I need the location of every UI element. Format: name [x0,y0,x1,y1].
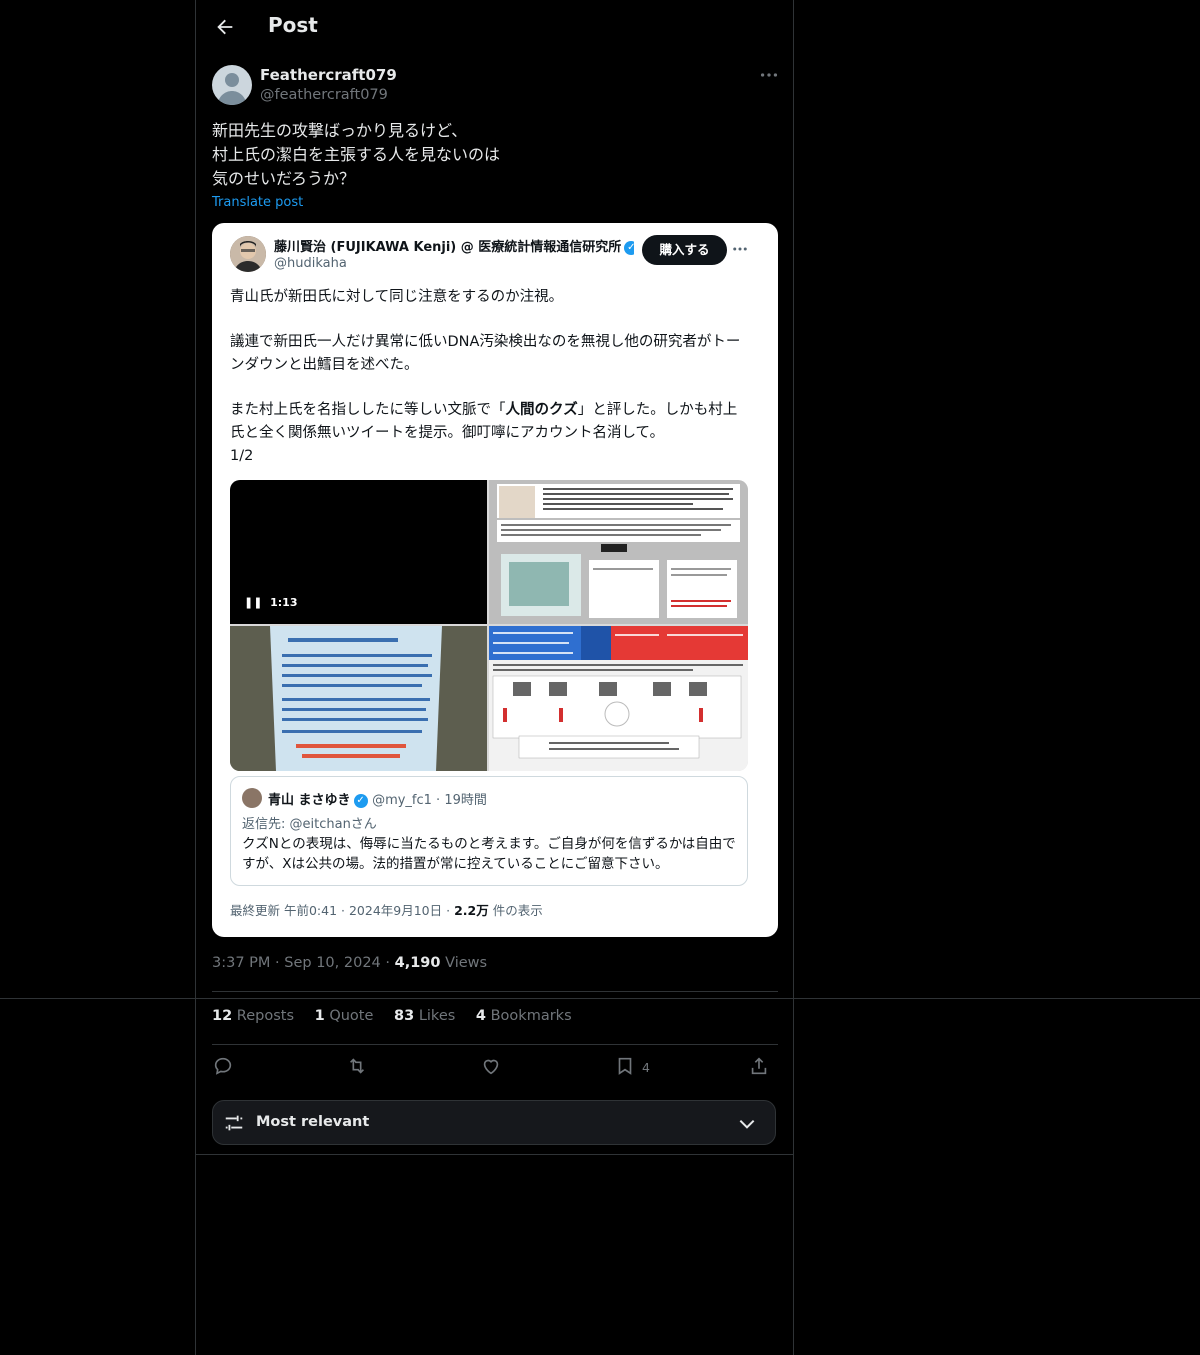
author-name[interactable]: Feathercraft079 [260,66,397,84]
embedded-image-card[interactable]: 藤川賢治 (FUJIKAWA Kenji) @ 医療統計情報通信研究所 ✓ @hu… [212,223,778,937]
views-label: Views [445,955,488,971]
avatar[interactable] [212,65,252,105]
chevron-down-icon [739,1119,755,1129]
page-title: Post [268,13,318,37]
like-icon [483,1059,499,1075]
pause-icon: ❚❚ [244,596,263,609]
more-icon[interactable] [758,64,780,86]
embed-paragraph-1: 青山氏が新田氏に対して同じ注意をするのか注視。 [230,289,564,305]
embed-paragraph-2: 議連で新田氏一人だけ異常に低いDNA汚染検出なのを無視し他の研究者がトーンダウン… [230,334,741,373]
repost-icon [349,1058,365,1074]
embed-page-indicator: 1/2 [230,448,254,464]
embed-footer: 最終更新 午前0:41 · 2024年9月10日 · 2.2万 件の表示 [230,903,543,918]
embed-author-handle: @hudikaha [274,256,347,271]
embed-media-grid: ❚❚ 1:13 [230,480,748,771]
sort-sliders-icon [225,1115,243,1131]
post-time[interactable]: 3:37 PM [212,955,270,971]
bookmarks-stat[interactable]: 4 Bookmarks [476,1008,572,1024]
divider [212,1044,778,1045]
quote-reply-to: 返信先: @eitchanさん [242,817,377,832]
share-button[interactable] [748,1055,770,1081]
sort-label: Most relevant [256,1114,370,1130]
quote-author: 青山 まさゆき ✓ @my_fc1 · 19時間 [268,793,487,808]
translate-post-link[interactable]: Translate post [212,195,303,210]
post-header: Post [196,0,795,56]
post-date[interactable]: Sep 10, 2024 [284,955,381,971]
bookmark-icon [618,1057,632,1075]
quote-body: クズNとの表現は、侮辱に当たるものと考えます。ご自身が何を信ずるかは自由ですが、… [242,836,736,872]
embed-image-table [489,626,748,771]
author-handle[interactable]: @feathercraft079 [260,87,388,103]
embed-quoted-post: 青山 まさゆき ✓ @my_fc1 · 19時間 返信先: @eitchanさん … [230,776,748,886]
section-separator [0,998,1200,999]
embed-author-name: 藤川賢治 (FUJIKAWA Kenji) @ 医療統計情報通信研究所 ✓ [274,236,634,255]
like-button[interactable] [480,1055,502,1081]
quote-stat[interactable]: 1 Quote [315,1008,374,1024]
embed-image-slides [489,480,748,624]
main-column: Post Feathercraft079 @feathercraft079 新田… [195,0,794,1355]
engagement-stats: 12 Reposts 1 Quote 83 Likes 4 Bookmarks [212,1008,588,1024]
post-text: 新田先生の攻撃ばっかり見るけど、 村上氏の潔白を主張する人を見ないのは 気のせい… [212,121,501,188]
likes-stat[interactable]: 83 Likes [394,1008,455,1024]
bookmark-count: 4 [642,1060,650,1075]
reply-button[interactable] [212,1055,234,1081]
divider [212,991,778,992]
repost-button[interactable] [346,1055,368,1081]
sort-replies-dropdown[interactable]: Most relevant [212,1100,776,1145]
action-bar: 4 [212,1055,778,1083]
section-separator [195,1154,794,1155]
post-meta: 3:37 PM · Sep 10, 2024 · 4,190 Views [212,955,488,971]
reply-icon [214,1057,232,1075]
embed-paragraph-3: また村上氏を名指ししたに等しい文脈で「人間のクズ」と評した。しかも村上氏と全く関… [230,402,738,464]
verified-icon: ✓ [353,793,368,808]
embed-avatar [230,236,266,272]
embed-image-presentation [230,626,487,771]
bookmark-button[interactable]: 4 [614,1055,650,1081]
verified-icon: ✓ [624,240,634,255]
quote-avatar [242,788,262,808]
views-count: 4,190 [394,955,441,971]
video-timer: ❚❚ 1:13 [244,596,298,609]
back-arrow-icon[interactable] [214,16,236,38]
reposts-stat[interactable]: 12 Reposts [212,1008,294,1024]
embed-more-icon [733,247,747,251]
buy-button: 購入する [642,235,727,265]
embed-text: 青山氏が新田氏に対して同じ注意をするのか注視。 議連で新田氏一人だけ異常に低いD… [230,286,750,468]
share-icon [751,1057,767,1075]
embed-video: ❚❚ 1:13 [230,480,487,624]
